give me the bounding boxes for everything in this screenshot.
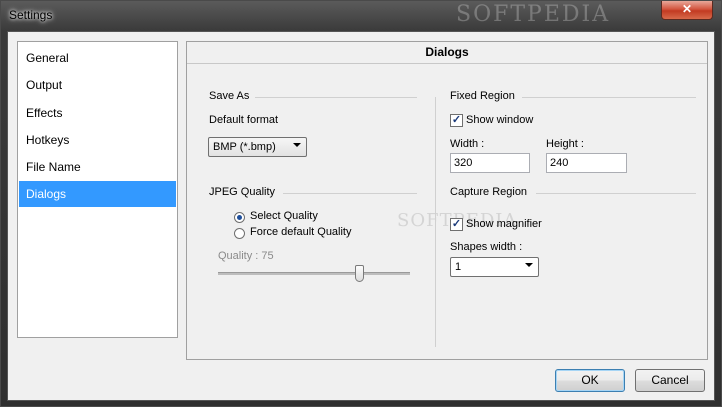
fixed-region-divider — [522, 97, 696, 98]
quality-slider-track[interactable] — [218, 272, 410, 275]
default-format-label: Default format — [209, 114, 279, 126]
softpedia-watermark: SOFTPEDIA — [456, 2, 611, 27]
show-window-checkbox[interactable]: ✓ — [450, 114, 463, 127]
capture-region-divider — [536, 193, 696, 194]
jpeg-quality-group-label: JPEG Quality — [209, 186, 276, 198]
default-format-select[interactable]: BMP (*.bmp) — [208, 137, 307, 157]
jpeg-quality-divider — [283, 193, 417, 194]
sidebar-item-output[interactable]: Output — [19, 72, 176, 98]
dialogs-panel: Dialogs Save As Default format BMP (*.bm… — [186, 41, 708, 360]
close-icon: ✕ — [681, 2, 693, 16]
save-as-divider — [255, 97, 417, 98]
show-magnifier-checkbox[interactable]: ✓ — [450, 218, 463, 231]
show-window-label[interactable]: Show window — [466, 114, 533, 126]
sidebar-item-label: General — [26, 51, 69, 65]
column-divider — [435, 97, 436, 347]
select-quality-label[interactable]: Select Quality — [250, 210, 318, 222]
sidebar-item-effects[interactable]: Effects — [19, 100, 176, 126]
shapes-width-value: 1 — [455, 261, 462, 273]
default-format-value: BMP (*.bmp) — [213, 141, 276, 153]
sidebar-item-label: Effects — [26, 106, 63, 120]
height-label: Height : — [546, 138, 584, 150]
checkmark-icon: ✓ — [451, 114, 462, 126]
save-as-group-label: Save As — [209, 90, 250, 102]
height-field[interactable]: 240 — [546, 153, 627, 173]
client-area: General Output Effects Hotkeys File Name… — [7, 31, 715, 401]
panel-title: Dialogs — [187, 42, 707, 64]
cancel-button[interactable]: Cancel — [635, 369, 705, 392]
force-default-quality-radio[interactable] — [234, 228, 245, 239]
sidebar-item-file-name[interactable]: File Name — [19, 154, 176, 180]
sidebar-item-label: Dialogs — [26, 187, 67, 201]
title-bar[interactable]: Settings SOFTPEDIA ✕ — [1, 1, 721, 31]
ok-button[interactable]: OK — [555, 369, 625, 392]
settings-window: Settings SOFTPEDIA ✕ General Output Effe… — [0, 0, 722, 407]
quality-label: Quality : 75 — [218, 250, 274, 262]
sidebar-item-dialogs[interactable]: Dialogs — [19, 181, 176, 207]
window-title: Settings — [9, 8, 53, 22]
width-label: Width : — [450, 138, 485, 150]
category-list[interactable]: General Output Effects Hotkeys File Name… — [17, 41, 178, 338]
show-magnifier-label[interactable]: Show magnifier — [466, 218, 542, 230]
sidebar-item-label: Output — [26, 78, 63, 92]
sidebar-item-label: Hotkeys — [26, 133, 70, 147]
width-field[interactable]: 320 — [450, 153, 530, 173]
fixed-region-group-label: Fixed Region — [450, 90, 515, 102]
close-button[interactable]: ✕ — [661, 1, 713, 20]
capture-region-group-label: Capture Region — [450, 186, 528, 198]
quality-slider-thumb[interactable] — [355, 265, 365, 282]
shapes-width-label: Shapes width : — [450, 241, 523, 253]
sidebar-item-label: File Name — [26, 160, 81, 174]
chevron-down-icon — [293, 143, 301, 147]
chevron-down-icon — [525, 263, 533, 267]
select-quality-radio[interactable] — [234, 212, 245, 223]
sidebar-item-general[interactable]: General — [19, 45, 176, 71]
checkmark-icon: ✓ — [451, 218, 462, 230]
shapes-width-select[interactable]: 1 — [450, 257, 539, 277]
force-default-quality-label[interactable]: Force default Quality — [250, 226, 352, 238]
sidebar-item-hotkeys[interactable]: Hotkeys — [19, 127, 176, 153]
